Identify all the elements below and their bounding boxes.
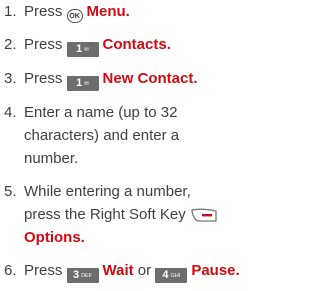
step-number: 4. (4, 104, 17, 121)
step-label: Contacts. (102, 36, 171, 53)
step-body: While entering a number, press the Right… (24, 180, 218, 249)
step-text: Press (24, 36, 63, 53)
numeric-key-icon: 1 ✉ (66, 42, 99, 57)
numeric-key-icon: 3 DEF (66, 268, 99, 283)
step-label: Pause. (191, 262, 240, 279)
instruction-steps: 1. Press OK Menu. 2. Press 1 ✉ Contacts. 3.… (0, 0, 284, 291)
step-number: 5. (4, 183, 17, 200)
step-label: Menu. (86, 3, 130, 20)
step-label: Wait (102, 262, 134, 279)
step-body: Press 1 ✉ Contacts. (24, 33, 171, 57)
ok-key-icon: OK (66, 9, 83, 23)
step-body: Press 3 DEF Wait or 4 GHI Pause. (24, 259, 240, 283)
step-number: 3. (4, 70, 17, 87)
step-body: Press OK Menu. (24, 0, 130, 23)
step-text-line: press the Right Soft Key (24, 203, 218, 226)
step-text: Press (24, 70, 63, 87)
step-label: Options. (24, 229, 85, 246)
right-soft-key-icon (191, 208, 217, 222)
step-text-line: number. (24, 150, 79, 167)
step-number: 6. (4, 262, 17, 279)
step-text-line: characters) and enter a (24, 127, 180, 144)
numeric-key-icon: 1 ✉ (66, 76, 99, 91)
step-text: Press (24, 262, 63, 279)
step-text-line: Enter a name (up to 32 (24, 104, 178, 121)
step-number: 2. (4, 36, 17, 53)
step-text: Press (24, 3, 63, 20)
step-number: 1. (4, 3, 17, 20)
step-body: Enter a name (up to 32 characters) and e… (24, 101, 179, 170)
step-body: Press 1 ✉ New Contact. (24, 67, 198, 91)
step-text-line: While entering a number, (24, 183, 191, 200)
step-label: New Contact. (102, 70, 198, 87)
numeric-key-icon: 4 GHI (155, 268, 188, 283)
step-text: or (137, 262, 152, 279)
